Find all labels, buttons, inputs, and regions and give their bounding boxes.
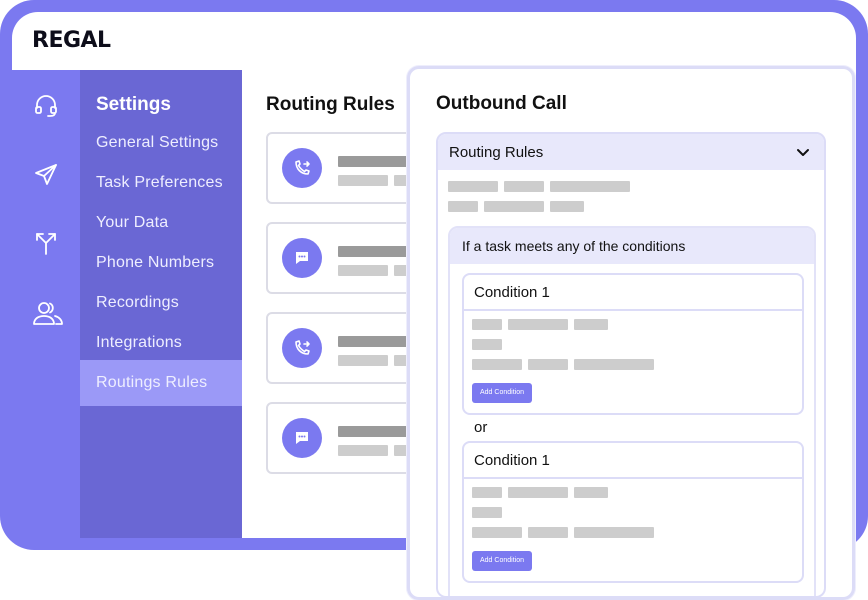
condition-card: Condition 1 Add Condition (462, 273, 804, 415)
accordion-header[interactable]: Routing Rules (438, 134, 824, 170)
settings-item-routing-rules[interactable]: Routings Rules (80, 360, 242, 406)
condition-card-header[interactable]: Condition 1 (464, 275, 802, 311)
routing-rules-accordion: Routing Rules If a task meets any of the… (436, 132, 826, 597)
condition-group-header: If a task meets any of the conditions (450, 228, 814, 264)
icon-rail (12, 70, 80, 538)
condition-label: Condition 1 (474, 284, 550, 301)
condition-group: If a task meets any of the conditions Co… (448, 226, 816, 596)
top-bar: REGAL (12, 12, 856, 70)
call-forward-icon (282, 148, 322, 188)
or-separator: or (474, 419, 488, 436)
accordion-label: Routing Rules (449, 144, 544, 161)
condition-card: Condition 1 Add Condition (462, 441, 804, 583)
regal-logo: REGAL (32, 28, 111, 53)
add-condition-button[interactable]: Add Condition (472, 551, 532, 571)
headset-icon[interactable] (32, 92, 60, 120)
condition-label: Condition 1 (474, 452, 550, 469)
chat-bubble-icon (282, 238, 322, 278)
panel-title: Outbound Call (436, 93, 567, 114)
page-title: Routing Rules (266, 94, 395, 115)
chat-bubble-icon (282, 418, 322, 458)
condition-card-header[interactable]: Condition 1 (464, 443, 802, 479)
outbound-call-panel: Outbound Call Routing Rules If a task me… (407, 66, 855, 600)
chevron-down-icon (797, 149, 809, 156)
routing-split-icon[interactable] (32, 229, 60, 257)
users-icon[interactable] (32, 299, 63, 327)
settings-title: Settings (96, 94, 171, 115)
add-condition-button[interactable]: Add Condition (472, 383, 532, 403)
settings-sidebar: Settings General Settings Task Preferenc… (80, 70, 242, 538)
call-forward-icon (282, 328, 322, 368)
send-icon[interactable] (32, 161, 60, 189)
condition-group-label: If a task meets any of the conditions (462, 238, 686, 254)
